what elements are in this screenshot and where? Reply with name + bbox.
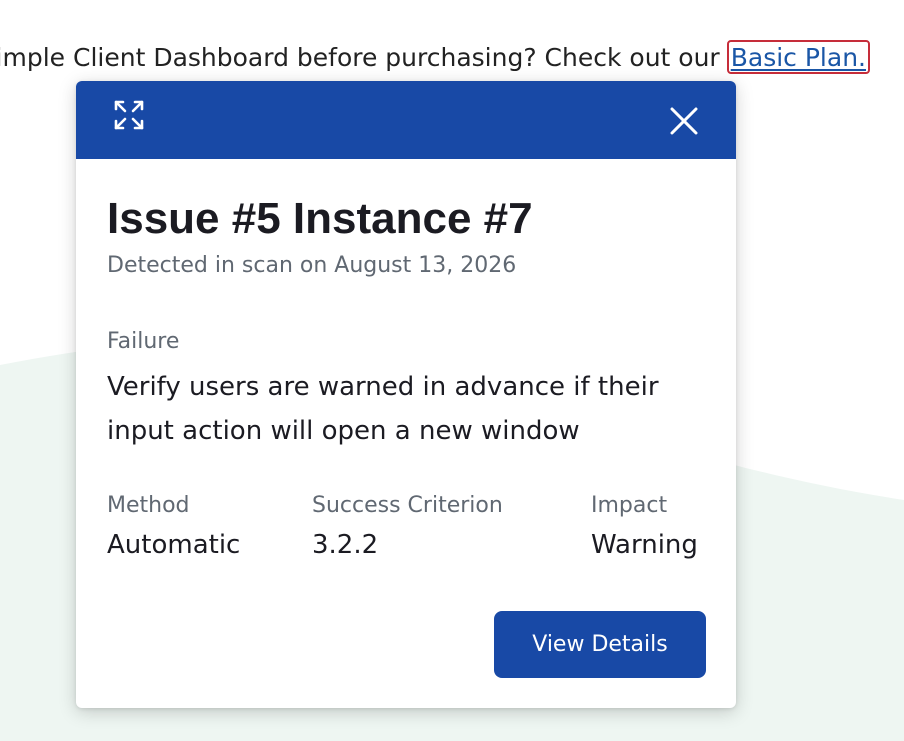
expand-button[interactable] [110, 97, 148, 133]
failure-label: Failure [107, 329, 180, 354]
meta-value: Warning [591, 530, 698, 560]
issue-title: Issue #5 Instance #7 [107, 194, 533, 243]
meta-label: Impact [591, 493, 668, 518]
intro-sentence: ; Simple Client Dashboard before purchas… [0, 40, 904, 76]
meta-value: 3.2.2 [312, 530, 379, 560]
expand-arrows-icon [114, 100, 144, 130]
meta-success-criterion: Success Criterion 3.2.2 [312, 493, 503, 560]
meta-impact: Impact Warning [591, 493, 698, 560]
basic-plan-link-focus: Basic Plan. [726, 40, 870, 74]
close-icon [670, 107, 698, 135]
detected-date: Detected in scan on August 13, 2026 [107, 253, 517, 278]
intro-text: ; Simple Client Dashboard before purchas… [0, 42, 720, 72]
basic-plan-link[interactable]: Basic Plan. [731, 43, 866, 72]
modal-header [76, 81, 736, 159]
meta-label: Method [107, 493, 190, 518]
meta-value: Automatic [107, 530, 241, 560]
meta-method: Method Automatic [107, 493, 240, 560]
failure-description: Verify users are warned in advance if th… [107, 372, 659, 446]
meta-label: Success Criterion [312, 493, 503, 518]
view-details-button[interactable]: View Details [494, 611, 706, 678]
issue-modal: Issue #5 Instance #7 Detected in scan on… [76, 81, 736, 708]
close-button[interactable] [664, 101, 704, 141]
